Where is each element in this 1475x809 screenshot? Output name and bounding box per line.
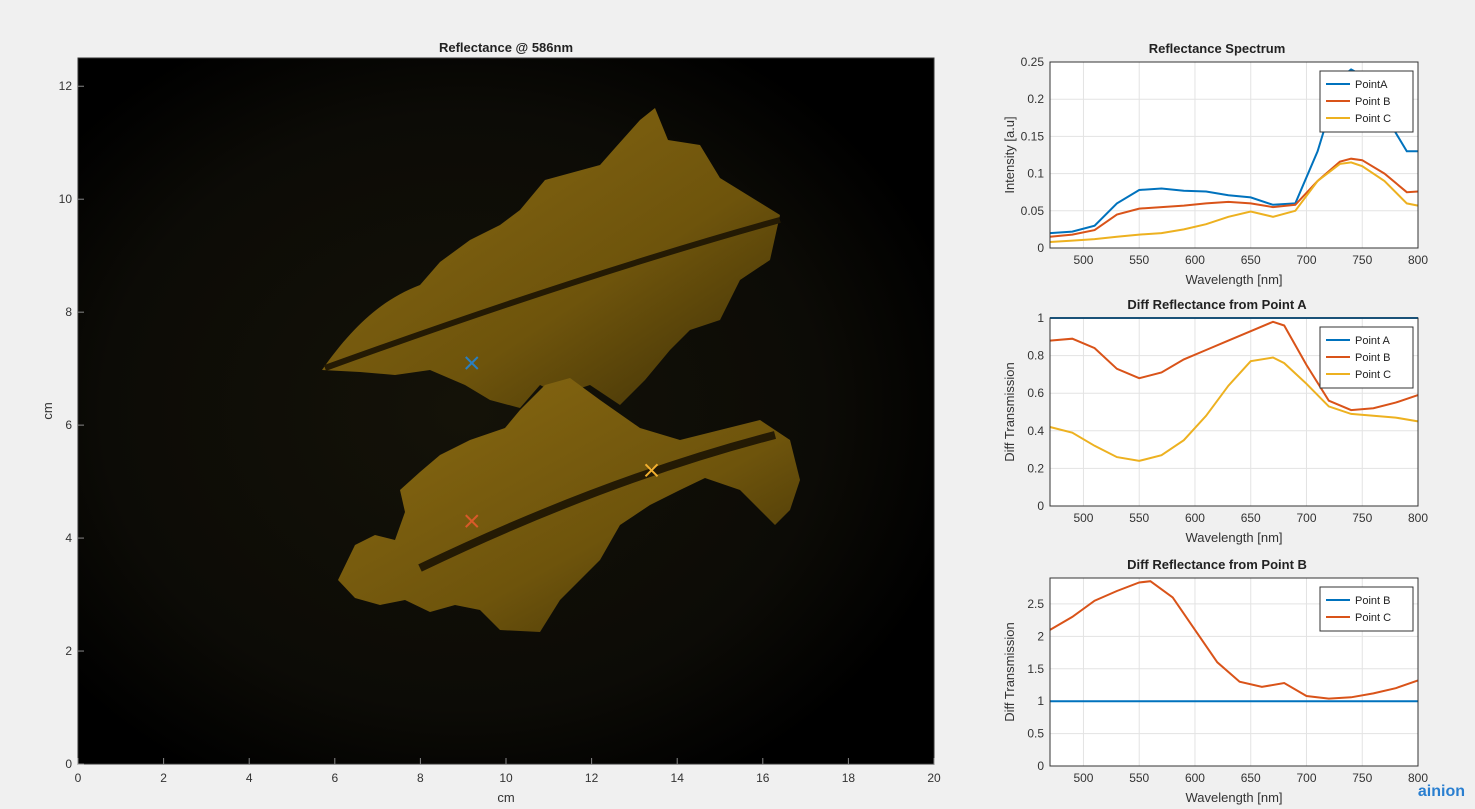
y-tick-label: 1.5 xyxy=(1027,662,1044,676)
y-tick-label: 0.6 xyxy=(1027,386,1044,400)
x-tick-label: 700 xyxy=(1296,771,1316,785)
x-tick-label: 800 xyxy=(1408,253,1428,267)
image-y-tick-label: 4 xyxy=(65,531,72,545)
legend: Point B Point C xyxy=(1319,586,1414,632)
x-axis-label: Wavelength [nm] xyxy=(1185,790,1282,805)
x-tick-label: 550 xyxy=(1129,253,1149,267)
x-tick-label: 650 xyxy=(1241,253,1261,267)
y-tick-label: 0 xyxy=(1037,499,1044,513)
x-tick-label: 800 xyxy=(1408,511,1428,525)
y-tick-label: 1 xyxy=(1037,694,1044,708)
image-y-label: cm xyxy=(40,402,55,419)
plot-2: 500 550 600 650 700 750 80000.511.522.5Diff Re… xyxy=(1002,557,1428,805)
x-tick-label: 550 xyxy=(1129,511,1149,525)
plot-title: Diff Reflectance from Point A xyxy=(1127,297,1307,312)
legend-label: Point C xyxy=(1355,113,1391,125)
x-tick-label: 600 xyxy=(1185,771,1205,785)
legend-label: Point A xyxy=(1355,335,1391,347)
y-tick-label: 2.5 xyxy=(1027,597,1044,611)
x-tick-label: 550 xyxy=(1129,771,1149,785)
image-x-tick-label: 2 xyxy=(160,771,167,785)
y-tick-label: 0.2 xyxy=(1027,92,1044,106)
legend-box xyxy=(1319,586,1414,632)
x-axis-label: Wavelength [nm] xyxy=(1185,530,1282,545)
x-tick-label: 500 xyxy=(1073,771,1093,785)
image-background xyxy=(78,58,934,764)
y-tick-label: 0 xyxy=(1037,759,1044,773)
image-x-tick-label: 10 xyxy=(499,771,513,785)
x-tick-label: 750 xyxy=(1352,511,1372,525)
image-x-tick-label: 0 xyxy=(75,771,82,785)
legend-label: PointA xyxy=(1355,79,1388,91)
x-tick-label: 650 xyxy=(1241,771,1261,785)
x-tick-label: 750 xyxy=(1352,771,1372,785)
image-x-label: cm xyxy=(497,790,514,805)
image-y-tick-label: 6 xyxy=(65,418,72,432)
y-tick-label: 0.15 xyxy=(1021,129,1045,143)
legend-label: Point C xyxy=(1355,369,1391,381)
legend-label: Point B xyxy=(1355,595,1390,607)
legend: PointA Point B Point C xyxy=(1319,70,1414,133)
y-axis-label: Intensity [a.u] xyxy=(1002,116,1017,193)
y-tick-label: 0.05 xyxy=(1021,204,1045,218)
y-tick-label: 0.5 xyxy=(1027,727,1044,741)
spectrum-plots: 500 550 600 650 700 750 80000.050.10.150.20.25… xyxy=(1002,41,1428,805)
y-tick-label: 0.4 xyxy=(1027,424,1044,438)
image-x-tick-label: 20 xyxy=(927,771,941,785)
x-tick-label: 600 xyxy=(1185,253,1205,267)
x-axis-label: Wavelength [nm] xyxy=(1185,272,1282,287)
y-tick-label: 0.1 xyxy=(1027,167,1044,181)
image-x-tick-label: 14 xyxy=(671,771,685,785)
y-tick-label: 2 xyxy=(1037,629,1044,643)
figure-canvas: Reflectance @ 586nm 0 2 4 6 8 10 12 14 16 18 20024… xyxy=(40,40,1428,805)
image-y-tick-label: 0 xyxy=(65,757,72,771)
image-title: Reflectance @ 586nm xyxy=(439,40,573,55)
image-y-tick-label: 2 xyxy=(65,644,72,658)
x-tick-label: 700 xyxy=(1296,253,1316,267)
y-tick-label: 0 xyxy=(1037,241,1044,255)
image-x-tick-label: 18 xyxy=(842,771,856,785)
image-x-tick-label: 16 xyxy=(756,771,770,785)
image-panel: Reflectance @ 586nm 0 2 4 6 8 10 12 14 16 18 20 0 2 4… xyxy=(40,40,941,805)
watermark-logo: ainion xyxy=(1417,783,1465,800)
y-tick-label: 0.25 xyxy=(1021,55,1045,69)
image-x-tick-label: 4 xyxy=(246,771,253,785)
plot-1: 500 550 600 650 700 750 800 0 0.2 0.4 0.6 0.8 1 Diff … xyxy=(1002,297,1428,545)
plot-0: 500 550 600 650 700 750 800 0 0.05 0.1 0.15 0.2 0.25… xyxy=(1002,41,1428,287)
image-y-tick-label: 8 xyxy=(65,305,72,319)
image-y-tick-label: 10 xyxy=(59,192,73,206)
image-x-tick-label: 12 xyxy=(585,771,599,785)
x-tick-label: 750 xyxy=(1352,253,1372,267)
legend-label: Point B xyxy=(1355,352,1390,364)
y-axis-label: Diff Transmission xyxy=(1002,362,1017,461)
image-y-tick-label: 12 xyxy=(59,79,73,93)
y-axis-label: Diff Transmission xyxy=(1002,622,1017,721)
y-tick-label: 0.2 xyxy=(1027,461,1044,475)
x-tick-label: 500 xyxy=(1073,511,1093,525)
x-tick-label: 500 xyxy=(1073,253,1093,267)
y-tick-label: 1 xyxy=(1037,311,1044,325)
x-tick-label: 650 xyxy=(1241,511,1261,525)
legend-label: Point B xyxy=(1355,96,1390,108)
image-x-tick-label: 8 xyxy=(417,771,424,785)
x-tick-label: 700 xyxy=(1296,511,1316,525)
image-x-tick-label: 6 xyxy=(331,771,338,785)
x-tick-label: 600 xyxy=(1185,511,1205,525)
plot-title: Reflectance Spectrum xyxy=(1149,41,1286,56)
legend-label: Point C xyxy=(1355,612,1391,624)
y-tick-label: 0.8 xyxy=(1027,349,1044,363)
legend: Point A Point B Point C xyxy=(1319,326,1414,389)
plot-title: Diff Reflectance from Point B xyxy=(1127,557,1307,572)
